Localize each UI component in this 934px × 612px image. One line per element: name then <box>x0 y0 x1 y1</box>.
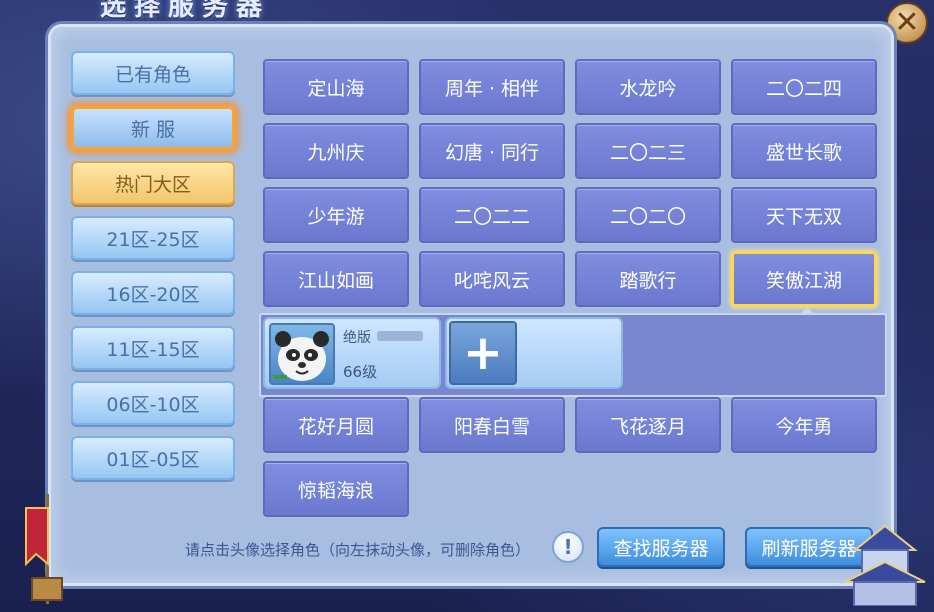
sidebar: 已有角色 新 服 热门大区 21区-25区 16区-20区 11区-15区 06… <box>71 51 235 491</box>
sidebar-item-label: 热门大区 <box>114 173 191 196</box>
server-button[interactable]: 阳春白雪 <box>419 397 565 453</box>
server-button[interactable]: 幻唐 · 同行 <box>419 123 565 179</box>
server-button[interactable]: 叱咤风云 <box>419 251 565 307</box>
sidebar-item-label: 21区-25区 <box>106 228 200 251</box>
info-icon-glyph: ! <box>563 535 573 559</box>
server-button[interactable]: 今年勇 <box>731 397 877 453</box>
character-name-redacted <box>377 331 423 341</box>
sidebar-item-new-servers[interactable]: 新 服 <box>71 106 235 150</box>
server-button-selected[interactable]: 笑傲江湖 <box>731 251 877 307</box>
server-button[interactable]: 二〇二四 <box>731 59 877 115</box>
tower-decoration-icon <box>844 524 926 606</box>
sidebar-item-label: 新 服 <box>130 118 176 141</box>
server-button[interactable]: 二〇二三 <box>575 123 721 179</box>
character-strip: 绝版 66级 + <box>259 307 887 397</box>
character-level: 66级 <box>343 363 378 381</box>
add-character-card[interactable]: + <box>445 317 623 389</box>
find-server-button[interactable]: 查找服务器 <box>597 527 725 567</box>
server-select-panel: 已有角色 新 服 热门大区 21区-25区 16区-20区 11区-15区 06… <box>48 24 894 586</box>
find-server-label: 查找服务器 <box>613 537 709 560</box>
server-button[interactable]: 二〇二二 <box>419 187 565 243</box>
server-button[interactable]: 踏歌行 <box>575 251 721 307</box>
sidebar-item-zone-21-25[interactable]: 21区-25区 <box>71 216 235 260</box>
add-character-button[interactable]: + <box>449 321 517 385</box>
server-button[interactable]: 天下无双 <box>731 187 877 243</box>
close-icon: ✕ <box>894 5 920 40</box>
sidebar-item-zone-16-20[interactable]: 16区-20区 <box>71 271 235 315</box>
hint-text: 请点击头像选择角色（向左抹动头像，可删除角色） <box>185 541 531 559</box>
server-grid: 定山海 周年 · 相伴 水龙吟 二〇二四 九州庆 幻唐 · 同行 二〇二三 盛世… <box>263 59 879 525</box>
sidebar-item-label: 16区-20区 <box>106 283 200 306</box>
server-button[interactable]: 周年 · 相伴 <box>419 59 565 115</box>
server-button[interactable]: 定山海 <box>263 59 409 115</box>
selection-caret <box>799 307 815 315</box>
server-button[interactable]: 二〇二〇 <box>575 187 721 243</box>
server-button[interactable]: 水龙吟 <box>575 59 721 115</box>
plus-icon: + <box>462 325 504 381</box>
server-button[interactable]: 江山如画 <box>263 251 409 307</box>
sidebar-item-label: 11区-15区 <box>106 338 200 361</box>
sidebar-item-zone-11-15[interactable]: 11区-15区 <box>71 326 235 370</box>
window-title: 选择服务器 <box>100 0 271 22</box>
server-button[interactable]: 惊韬海浪 <box>263 461 409 517</box>
sidebar-item-label: 01区-05区 <box>106 448 200 471</box>
server-button[interactable]: 盛世长歌 <box>731 123 877 179</box>
sidebar-item-existing-roles[interactable]: 已有角色 <box>71 51 235 95</box>
sidebar-item-zone-01-05[interactable]: 01区-05区 <box>71 436 235 480</box>
server-button[interactable]: 九州庆 <box>263 123 409 179</box>
info-icon[interactable]: ! <box>552 531 584 563</box>
sidebar-item-label: 已有角色 <box>114 63 191 86</box>
avatar[interactable] <box>269 323 335 385</box>
server-button[interactable]: 少年游 <box>263 187 409 243</box>
banner-decoration-icon <box>25 494 63 604</box>
character-card[interactable]: 绝版 66级 <box>263 317 441 389</box>
server-button[interactable]: 飞花逐月 <box>575 397 721 453</box>
character-name: 绝版 <box>343 330 371 346</box>
server-button[interactable]: 花好月圆 <box>263 397 409 453</box>
panda-avatar-icon <box>273 331 329 381</box>
sidebar-item-hot-regions[interactable]: 热门大区 <box>71 161 235 205</box>
sidebar-item-zone-06-10[interactable]: 06区-10区 <box>71 381 235 425</box>
sidebar-item-label: 06区-10区 <box>106 393 200 416</box>
